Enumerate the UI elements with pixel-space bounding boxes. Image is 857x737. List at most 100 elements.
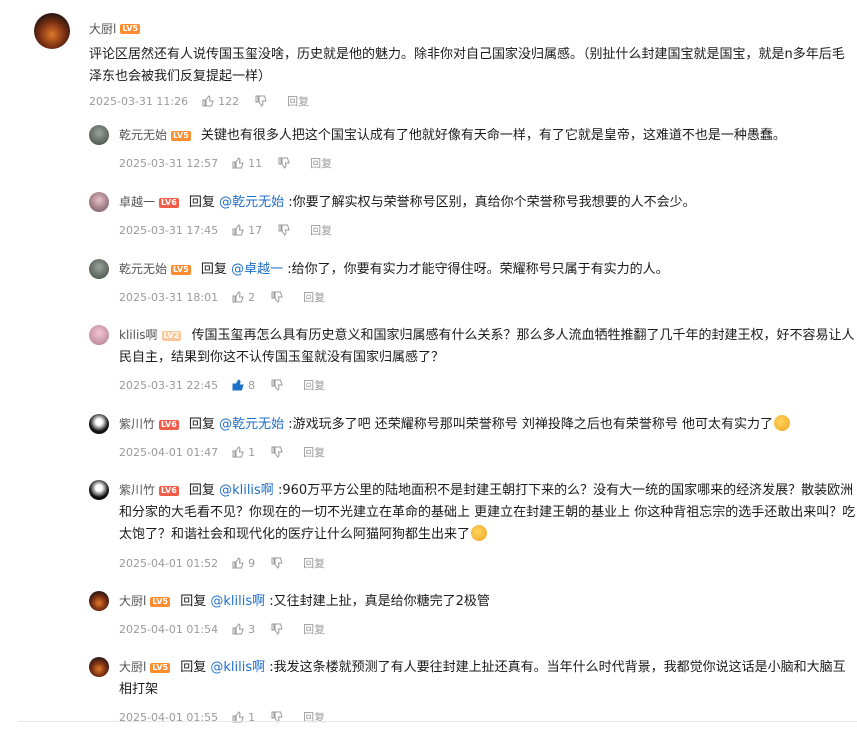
thumbs-down-icon — [271, 291, 283, 303]
reply-button[interactable]: 回复 — [303, 555, 325, 571]
reply-button[interactable]: 回复 — [303, 377, 325, 393]
comment-text: 评论区居然还有人说传国玉玺没啥，历史就是他的魅力。除非你对自己国家没归属感。（别… — [89, 47, 845, 84]
reply-text: :游戏玩多了吧 还荣耀称号那叫荣誉称号 刘禅投降之后也有荣誉称号 他可太有实力了 — [284, 417, 773, 432]
like-count: 8 — [248, 378, 256, 392]
level-badge: LV6 — [159, 419, 179, 430]
dislike-button[interactable] — [271, 379, 287, 391]
level-badge: LV5 — [150, 596, 171, 607]
thumbs-up-icon — [232, 623, 244, 635]
like-button[interactable]: 122 — [202, 95, 239, 108]
mention-link[interactable]: @klilis啊 — [210, 594, 265, 609]
reply-text: 传国玉玺再怎么具有历史意义和国家归属感有什么关系？那么多人流血牺牲推翻了几千年的… — [119, 328, 855, 365]
timestamp: 2025-03-31 18:01 — [119, 290, 219, 304]
thumbs-up-icon — [232, 224, 244, 236]
dislike-button[interactable] — [271, 557, 287, 569]
reply-button[interactable]: 回复 — [310, 222, 332, 238]
dislike-button[interactable] — [271, 291, 287, 303]
level-badge: LV2 — [161, 330, 182, 341]
reply-prefix: 回复 — [180, 660, 211, 675]
comment-meta: 2025-03-31 11:26 122 回复 — [89, 93, 325, 109]
level-badge: LV5 — [120, 23, 141, 34]
reply-prefix: 回复 — [188, 483, 220, 498]
reply-text: :你要了解实权与荣誉称号区别，真给你个荣誉称号我想要的人不会少。 — [284, 195, 696, 210]
dislike-button[interactable] — [255, 95, 271, 107]
reply-meta: 2025-03-31 12:57 11 回复 — [119, 155, 348, 171]
laughing-emoji-icon — [471, 525, 488, 541]
reply-button[interactable]: 回复 — [303, 444, 325, 460]
dislike-button[interactable] — [278, 224, 294, 236]
avatar[interactable] — [34, 13, 70, 49]
like-button[interactable]: 9 — [232, 557, 255, 570]
reply-button[interactable]: 回复 — [303, 621, 325, 637]
avatar[interactable] — [89, 480, 109, 500]
avatar[interactable] — [89, 192, 109, 212]
like-count: 11 — [248, 156, 263, 170]
reply-meta: 2025-04-01 01:52 9 回复 — [119, 555, 341, 571]
like-button[interactable]: 8 — [232, 379, 255, 392]
mention-link[interactable]: @乾元无始 — [219, 417, 284, 432]
reply-text: 关键也有很多人把这个国宝认成有了他就好像有天命一样，有了它就是皇帝，这难道不也是… — [200, 128, 786, 143]
user-name[interactable]: 大厨l — [89, 22, 116, 36]
like-button[interactable]: 1 — [232, 446, 255, 459]
avatar[interactable] — [89, 325, 109, 345]
thumbs-up-icon — [232, 291, 244, 303]
thumbs-down-icon — [271, 446, 283, 458]
laughing-emoji-icon — [774, 415, 790, 431]
reply-button[interactable]: 回复 — [303, 289, 325, 305]
dislike-button[interactable] — [271, 623, 287, 635]
like-count: 122 — [218, 94, 240, 108]
thumbs-up-icon — [232, 557, 244, 569]
level-badge: LV6 — [159, 197, 179, 208]
like-button[interactable]: 11 — [232, 157, 262, 170]
reply-button[interactable]: 回复 — [287, 93, 309, 109]
divider — [18, 721, 857, 722]
dislike-button[interactable] — [278, 157, 294, 169]
avatar[interactable] — [89, 414, 109, 434]
timestamp: 2025-03-31 22:45 — [119, 378, 219, 392]
thumbs-down-icon — [278, 224, 290, 236]
timestamp: 2025-03-31 12:57 — [119, 156, 219, 170]
timestamp: 2025-04-01 01:47 — [119, 445, 219, 459]
avatar[interactable] — [89, 259, 109, 279]
reply-meta: 2025-04-01 01:47 1 回复 — [119, 444, 341, 460]
timestamp: 2025-04-01 01:54 — [119, 622, 219, 636]
like-count: 17 — [248, 223, 263, 237]
mention-link[interactable]: @卓越一 — [231, 262, 283, 277]
like-count: 2 — [248, 290, 256, 304]
comment-header: 大厨l LV5 — [89, 18, 141, 37]
dislike-button[interactable] — [271, 446, 287, 458]
thumbs-down-icon — [271, 623, 283, 635]
reply-meta: 2025-04-01 01:55 1 回复 — [119, 709, 341, 725]
like-count: 3 — [248, 622, 256, 636]
like-button[interactable]: 3 — [232, 623, 255, 636]
reply-button[interactable]: 回复 — [303, 709, 325, 725]
level-badge: LV5 — [150, 662, 171, 673]
thumbs-down-icon — [271, 379, 283, 391]
like-button[interactable]: 2 — [232, 291, 255, 304]
reply-button[interactable]: 回复 — [310, 155, 332, 171]
level-badge: LV5 — [171, 130, 191, 141]
like-count: 1 — [248, 445, 256, 459]
thumbs-down-icon — [271, 557, 283, 569]
avatar[interactable] — [89, 657, 109, 677]
user-name[interactable]: 乾元无始 — [119, 262, 167, 276]
like-button[interactable]: 17 — [232, 224, 262, 237]
reply-meta: 2025-03-31 17:45 17 回复 — [119, 222, 348, 238]
mention-link[interactable]: @klilis啊 — [210, 660, 265, 675]
user-name[interactable]: 大厨l — [119, 660, 146, 674]
user-name[interactable]: 大厨l — [119, 594, 146, 608]
user-name[interactable]: klilis啊 — [119, 328, 158, 342]
thumbs-up-icon — [232, 157, 244, 169]
reply-text: :又往封建上扯，真是给你糖完了2极管 — [265, 594, 490, 609]
user-name[interactable]: 乾元无始 — [119, 128, 167, 142]
user-name[interactable]: 卓越一 — [119, 195, 155, 209]
mention-link[interactable]: @乾元无始 — [219, 195, 284, 210]
user-name[interactable]: 紫川竹 — [119, 417, 155, 431]
avatar[interactable] — [89, 591, 109, 611]
mention-link[interactable]: @klilis啊 — [219, 483, 274, 498]
like-count: 9 — [248, 556, 256, 570]
timestamp: 2025-04-01 01:52 — [119, 556, 219, 570]
user-name[interactable]: 紫川竹 — [119, 483, 155, 497]
avatar[interactable] — [89, 125, 109, 145]
reply-meta: 2025-03-31 18:01 2 回复 — [119, 289, 341, 305]
